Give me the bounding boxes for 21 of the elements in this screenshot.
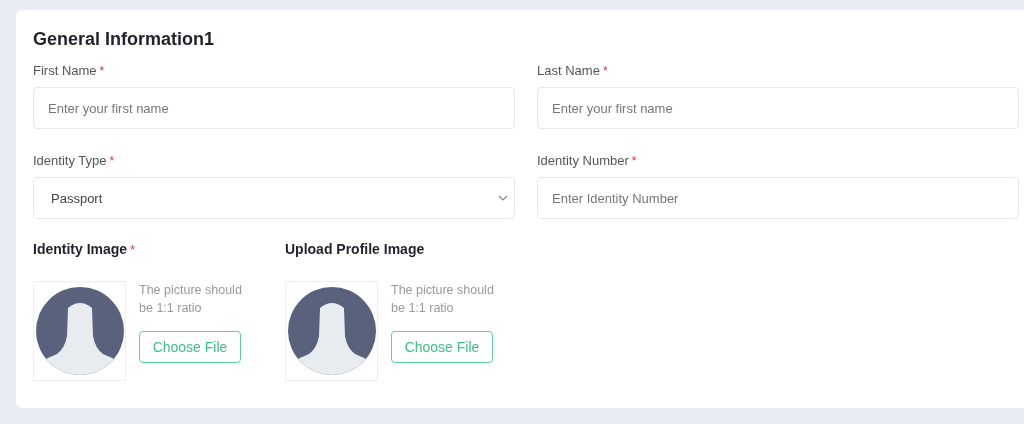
hint-text: The picture should be 1:1 ratio: [391, 282, 495, 317]
required-mark: *: [109, 154, 115, 168]
choose-file-button[interactable]: Choose File: [391, 331, 493, 363]
required-mark: *: [631, 154, 637, 168]
section-title: General Information1: [33, 28, 216, 51]
upload-heading: Upload Profile Image: [285, 241, 425, 257]
field-label: First Name: [33, 63, 97, 78]
select-field[interactable]: Passport: [33, 177, 515, 219]
required-mark: *: [99, 64, 105, 78]
upload-heading: Identity Image: [33, 241, 128, 257]
choose-file-button[interactable]: Choose File: [139, 331, 241, 363]
field-label: Last Name: [537, 63, 600, 78]
chevron-down-icon: [498, 195, 508, 201]
text-input[interactable]: Enter your first name: [33, 87, 515, 129]
required-mark: *: [130, 243, 135, 257]
text-input[interactable]: Enter your first name: [537, 87, 1019, 129]
text-input[interactable]: Enter Identity Number: [537, 177, 1019, 219]
field-label: Identity Type: [33, 153, 107, 168]
required-mark: *: [602, 64, 608, 78]
field-label: Identity Number: [537, 153, 629, 168]
hint-text: The picture should be 1:1 ratio: [139, 282, 243, 317]
